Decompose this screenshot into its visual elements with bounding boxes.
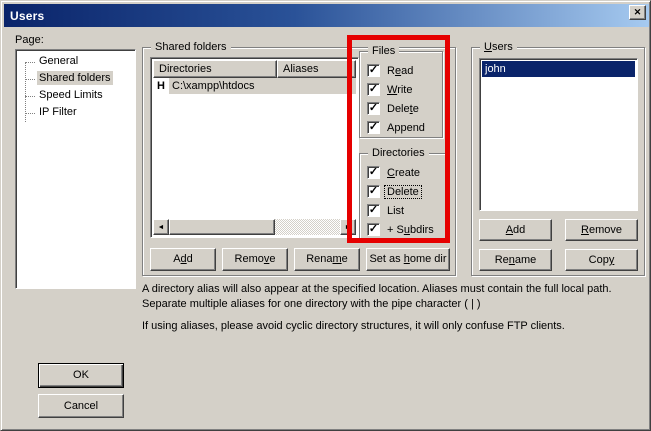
remove-directory-button[interactable]: Remove [222, 248, 288, 271]
checkbox[interactable]: ✓ [367, 83, 380, 96]
checkbox[interactable]: ✓ [367, 102, 380, 115]
tree-item-label: IP Filter [37, 105, 79, 119]
directories-listview[interactable]: Directories Aliases H C:\xampp\htdocs ◄ … [150, 57, 359, 238]
checkbox-read[interactable]: ✓ Read [360, 61, 442, 80]
directories-permissions-group: Directories ✓ Create ✓ Delete ✓ List ✓ +… [359, 153, 447, 241]
users-group: Users john Add Remove Rename Copy [471, 47, 645, 276]
users-dialog: Users ✕ Page: General Shared folders Spe… [0, 0, 651, 431]
tree-item-speed-limits[interactable]: Speed Limits [16, 88, 135, 105]
users-group-label: Users [480, 40, 517, 54]
rename-user-button[interactable]: Rename [479, 249, 552, 271]
help-text: A directory alias will also appear at th… [142, 282, 640, 334]
remove-user-button[interactable]: Remove [565, 219, 638, 241]
cancel-button[interactable]: Cancel [38, 394, 124, 418]
rename-directory-button[interactable]: Rename [294, 248, 360, 271]
checkbox[interactable]: ✓ [367, 166, 380, 179]
files-group-label: Files [368, 44, 399, 58]
listview-body: H C:\xampp\htdocs [153, 78, 356, 219]
files-permissions-group: Files ✓ Read ✓ Write ✓ Delete ✓ Append [359, 51, 443, 138]
checkbox[interactable]: ✓ [367, 223, 380, 236]
checkbox-label: Create [385, 167, 422, 179]
checkmark-icon: ✓ [369, 103, 378, 114]
scroll-left-button[interactable]: ◄ [153, 219, 169, 235]
horizontal-scrollbar[interactable]: ◄ ► [153, 219, 356, 235]
home-flag: H [153, 78, 169, 94]
checkbox-delete-file[interactable]: ✓ Delete [360, 99, 442, 118]
checkmark-icon: ✓ [369, 205, 378, 216]
page-tree[interactable]: General Shared folders Speed Limits IP F… [15, 49, 136, 289]
close-button[interactable]: ✕ [629, 5, 646, 20]
directories-group-label: Directories [368, 146, 429, 160]
checkbox-label: Write [385, 84, 414, 96]
tree-item-label: Speed Limits [37, 88, 105, 102]
add-directory-button[interactable]: Add [150, 248, 216, 271]
checkbox-subdirs[interactable]: ✓ + Subdirs [360, 220, 446, 239]
close-icon: ✕ [634, 8, 642, 17]
checkbox-label: List [385, 205, 406, 217]
checkbox-list[interactable]: ✓ List [360, 201, 446, 220]
checkbox-label-focused: Delete [385, 186, 421, 198]
shared-folders-group-label: Shared folders [151, 40, 231, 54]
window-title: Users [10, 9, 44, 23]
arrow-right-icon: ► [345, 224, 352, 231]
checkbox[interactable]: ✓ [367, 64, 380, 77]
checkmark-icon: ✓ [369, 65, 378, 76]
alias-help-paragraph: A directory alias will also appear at th… [142, 282, 640, 312]
checkmark-icon: ✓ [369, 186, 378, 197]
checkbox-label: Read [385, 65, 415, 77]
tree-item-ip-filter[interactable]: IP Filter [16, 105, 135, 122]
add-user-button[interactable]: Add [479, 219, 552, 241]
column-header-aliases[interactable]: Aliases [277, 60, 356, 78]
column-header-directories[interactable]: Directories [153, 60, 277, 78]
checkbox-label: + Subdirs [385, 224, 436, 236]
checkbox-label: Append [385, 122, 427, 134]
cyclic-warning-paragraph: If using aliases, please avoid cyclic di… [142, 319, 640, 334]
checkmark-icon: ✓ [369, 84, 378, 95]
checkbox[interactable]: ✓ [367, 121, 380, 134]
checkmark-icon: ✓ [369, 167, 378, 178]
title-bar[interactable]: Users [4, 4, 649, 27]
tree-item-shared-folders[interactable]: Shared folders [16, 71, 135, 88]
ok-button[interactable]: OK [38, 363, 124, 388]
checkbox-write[interactable]: ✓ Write [360, 80, 442, 99]
checkmark-icon: ✓ [369, 122, 378, 133]
arrow-left-icon: ◄ [158, 224, 165, 231]
checkbox[interactable]: ✓ [367, 185, 380, 198]
listview-header: Directories Aliases [153, 60, 356, 78]
users-list[interactable]: john [479, 58, 638, 211]
checkbox[interactable]: ✓ [367, 204, 380, 217]
checkbox-delete-dir[interactable]: ✓ Delete [360, 182, 446, 201]
scrollbar-track[interactable] [275, 219, 340, 235]
copy-user-button[interactable]: Copy [565, 249, 638, 271]
scroll-right-button[interactable]: ► [340, 219, 356, 235]
checkmark-icon: ✓ [369, 224, 378, 235]
tree-item-label: Shared folders [37, 71, 113, 85]
checkbox-create[interactable]: ✓ Create [360, 163, 446, 182]
directory-row[interactable]: H C:\xampp\htdocs [153, 78, 356, 94]
scrollbar-thumb[interactable] [169, 219, 275, 235]
page-label: Page: [15, 34, 44, 46]
directory-path: C:\xampp\htdocs [169, 78, 356, 94]
user-list-item-selected[interactable]: john [482, 61, 635, 77]
checkbox-append[interactable]: ✓ Append [360, 118, 442, 137]
tree-item-general[interactable]: General [16, 54, 135, 71]
tree-item-label: General [37, 54, 80, 68]
checkbox-label: Delete [385, 103, 421, 115]
set-as-home-dir-button[interactable]: Set as home dir [366, 248, 450, 271]
